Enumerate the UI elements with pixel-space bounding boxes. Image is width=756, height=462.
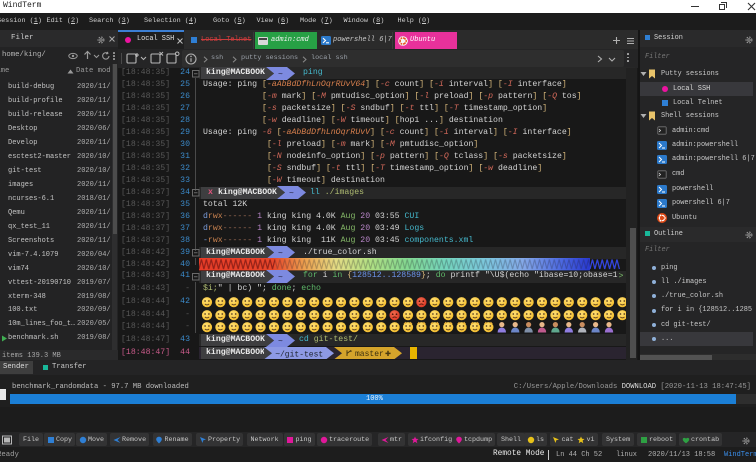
svg-text:master: master — [355, 350, 384, 359]
svg-text:~: ~ — [278, 337, 283, 346]
svg-text:~: ~ — [278, 250, 283, 259]
svg-text:~: ~ — [278, 274, 283, 283]
svg-text:~: ~ — [278, 70, 283, 79]
svg-text:~/git-test: ~/git-test — [275, 350, 323, 359]
svg-text:~: ~ — [289, 190, 294, 199]
